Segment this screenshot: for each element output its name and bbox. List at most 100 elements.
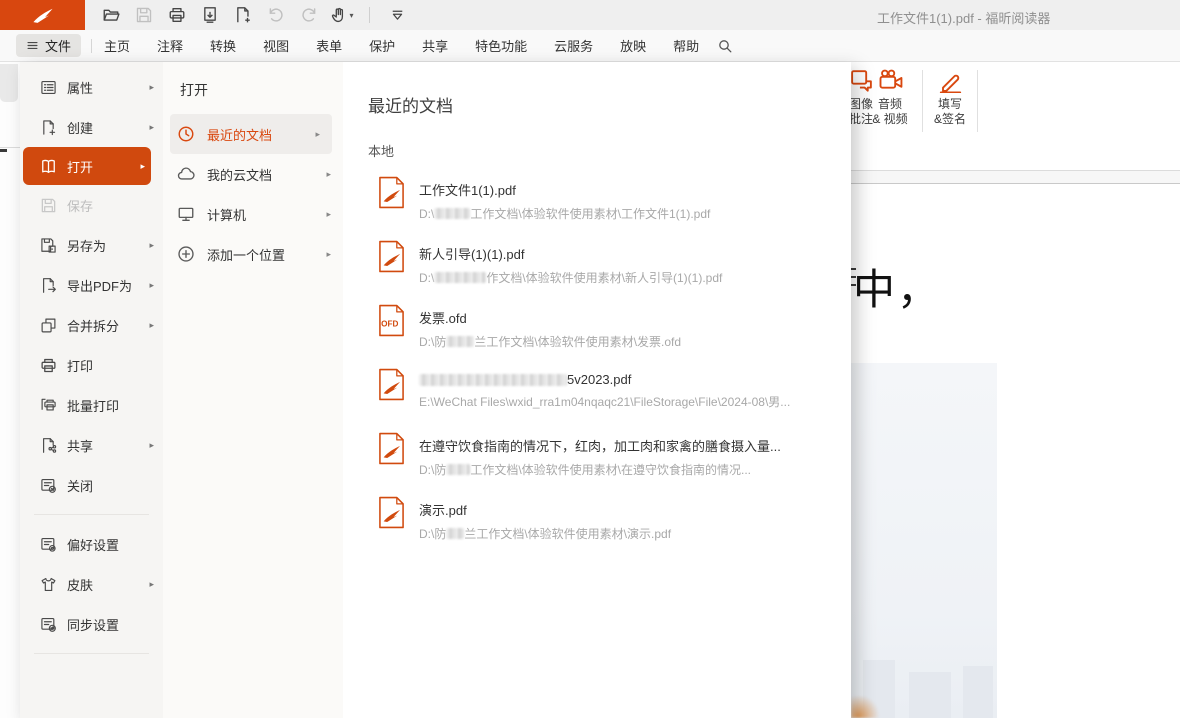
file-menu-item-label: 另存为	[67, 236, 106, 255]
recent-doc-text: 发票.ofdD:\防兰工作文档\体验软件使用素材\发票.ofd	[419, 302, 681, 350]
save-button	[132, 3, 156, 27]
file-menu-item[interactable]: 打印	[20, 345, 163, 385]
open-panel-item[interactable]: 最近的文档▸	[170, 114, 332, 154]
file-menu-dropdown: 属性▸创建▸打开▸保存另存为▸导出PDF为▸合并拆分▸打印批量打印共享▸关闭偏好…	[20, 62, 851, 718]
chevron-down-icon	[389, 7, 406, 24]
search-button[interactable]	[717, 38, 733, 54]
save-icon	[40, 197, 57, 214]
recent-doc-text: 在遵守饮食指南的情况下，红肉，加工肉和家禽的膳食摄入量...D:\防工作文档\体…	[419, 430, 781, 478]
new-file-button[interactable]	[231, 3, 255, 27]
export-page-button[interactable]	[198, 3, 222, 27]
audio-video-button-label: 音频& 视频	[872, 97, 907, 127]
file-menu-item[interactable]: 批量打印	[20, 385, 163, 425]
pdfdoc-icon	[378, 432, 405, 465]
file-menu-item-label: 打印	[67, 356, 93, 375]
file-menu-item-label: 皮肤	[67, 575, 93, 594]
menu-item-1[interactable]: 注释	[157, 36, 183, 55]
menu-item-2[interactable]: 转换	[210, 36, 236, 55]
image-detail	[851, 696, 881, 718]
merge-icon	[40, 317, 57, 334]
file-menu-item[interactable]: 属性▸	[20, 67, 163, 107]
print-icon	[168, 6, 186, 24]
menu-item-4[interactable]: 表单	[316, 36, 342, 55]
file-menu-item[interactable]: 偏好设置	[20, 524, 163, 564]
file-menu-item[interactable]: 合并拆分▸	[20, 305, 163, 345]
menu-item-0[interactable]: 主页	[104, 36, 130, 55]
audio-video-button[interactable]: 音频& 视频	[866, 68, 914, 127]
file-menu-item[interactable]: 打开▸	[23, 147, 151, 185]
recent-doc-item[interactable]: 5v2023.pdfE:\WeChat Files\wxid_rra1m04nq…	[368, 366, 851, 430]
computer-icon	[177, 205, 195, 223]
toolbar-separator	[369, 7, 370, 23]
file-menu-item[interactable]: 同步设置	[20, 604, 163, 644]
redacted-text	[419, 374, 567, 386]
chevron-right-icon: ▸	[149, 579, 154, 590]
fill-sign-button[interactable]: 填写&签名	[926, 68, 974, 127]
image-detail	[909, 672, 951, 718]
open-panel-item[interactable]: 添加一个位置▸	[163, 234, 343, 274]
pdfdoc-icon	[378, 496, 405, 529]
ribbon-collapse-strip	[851, 171, 1180, 184]
recent-doc-path: E:\WeChat Files\wxid_rra1m04nqaqc21\File…	[419, 393, 790, 410]
chevron-right-icon: ▸	[149, 240, 154, 251]
file-menu-item[interactable]: 创建▸	[20, 107, 163, 147]
props-icon	[40, 79, 57, 96]
recent-doc-item[interactable]: 在遵守饮食指南的情况下，红肉，加工肉和家禽的膳食摄入量...D:\防工作文档\体…	[368, 430, 851, 494]
new-file-icon	[234, 6, 252, 24]
pdfdoc-icon	[378, 176, 405, 209]
clock-icon	[177, 125, 195, 143]
file-menu-item[interactable]: 另存为 ▸	[20, 225, 163, 265]
computer-icon	[177, 205, 195, 223]
file-menu-item[interactable]: 关闭	[20, 465, 163, 505]
menu-item-6[interactable]: 共享	[422, 36, 448, 55]
recent-doc-item[interactable]: 工作文件1(1).pdfD:\工作文档\体验软件使用素材\工作文件1(1).pd…	[368, 174, 851, 238]
menu-items: 主页 注释 转换 视图 表单 保护 共享 特色功能 云服务 放映 帮助	[104, 36, 699, 55]
chevron-right-icon: ▸	[326, 169, 331, 180]
print-button[interactable]	[165, 3, 189, 27]
file-menu-item[interactable]: 共享▸	[20, 425, 163, 465]
open-panel-item[interactable]: 我的云文档▸	[163, 154, 343, 194]
redacted-text	[434, 272, 486, 283]
open-file-button[interactable]	[99, 3, 123, 27]
pdfdoc-icon	[378, 496, 405, 529]
file-menu-item[interactable]: 皮肤 ▸	[20, 564, 163, 604]
recent-doc-title: 工作文件1(1).pdf	[419, 180, 710, 199]
recent-doc-item[interactable]: 发票.ofdD:\防兰工作文档\体验软件使用素材\发票.ofd	[368, 302, 851, 366]
chevron-right-icon: ▸	[149, 122, 154, 133]
prefs-icon	[40, 536, 57, 553]
ribbon-mark-fragment	[0, 149, 7, 152]
recent-doc-title: 发票.ofd	[419, 308, 681, 327]
recent-group-label: 本地	[368, 141, 851, 160]
foxit-logo[interactable]	[0, 0, 85, 30]
ribbon-remnant: 图像批注音频& 视频填写&签名	[851, 62, 1180, 171]
menu-divider	[34, 653, 149, 654]
menu-item-10[interactable]: 帮助	[673, 36, 699, 55]
background-app-area: 图像批注音频& 视频填写&签名 中，	[851, 62, 1180, 718]
hand-tool-button[interactable]: ▾	[330, 3, 354, 27]
menu-item-8[interactable]: 云服务	[554, 36, 593, 55]
save-icon	[135, 6, 153, 24]
recent-doc-item[interactable]: 演示.pdfD:\防兰工作文档\体验软件使用素材\演示.pdf	[368, 494, 851, 558]
chevron-right-icon: ▸	[149, 82, 154, 93]
menu-item-3[interactable]: 视图	[263, 36, 289, 55]
recent-doc-title: 在遵守饮食指南的情况下，红肉，加工肉和家禽的膳食摄入量...	[419, 436, 781, 455]
share-icon	[40, 437, 57, 454]
menu-item-7[interactable]: 特色功能	[475, 36, 527, 55]
file-menu-item-label: 同步设置	[67, 615, 119, 634]
sync-icon	[40, 616, 57, 633]
menu-item-5[interactable]: 保护	[369, 36, 395, 55]
close-icon	[40, 477, 57, 494]
menu-divider	[34, 514, 149, 515]
file-menu-item[interactable]: 导出PDF为▸	[20, 265, 163, 305]
search-icon	[717, 38, 733, 54]
foxit-reader-window: ▾ 工作文件1(1).pdf - 福昕阅读器 文件 主页注释转换视图表单保护共享…	[0, 0, 1180, 718]
file-menu-button[interactable]: 文件	[16, 34, 81, 57]
clock-icon	[177, 125, 195, 143]
menu-item-9[interactable]: 放映	[620, 36, 646, 55]
open-panel-item-label: 添加一个位置	[207, 245, 285, 264]
recent-doc-item[interactable]: 新人引导(1)(1).pdfD:\作文档\体验软件使用素材\新人引导(1)(1)…	[368, 238, 851, 302]
qat-overflow-button[interactable]	[385, 3, 409, 27]
open-panel-item[interactable]: 计算机▸	[163, 194, 343, 234]
ofddoc-icon	[378, 304, 405, 337]
redacted-text	[434, 208, 470, 219]
